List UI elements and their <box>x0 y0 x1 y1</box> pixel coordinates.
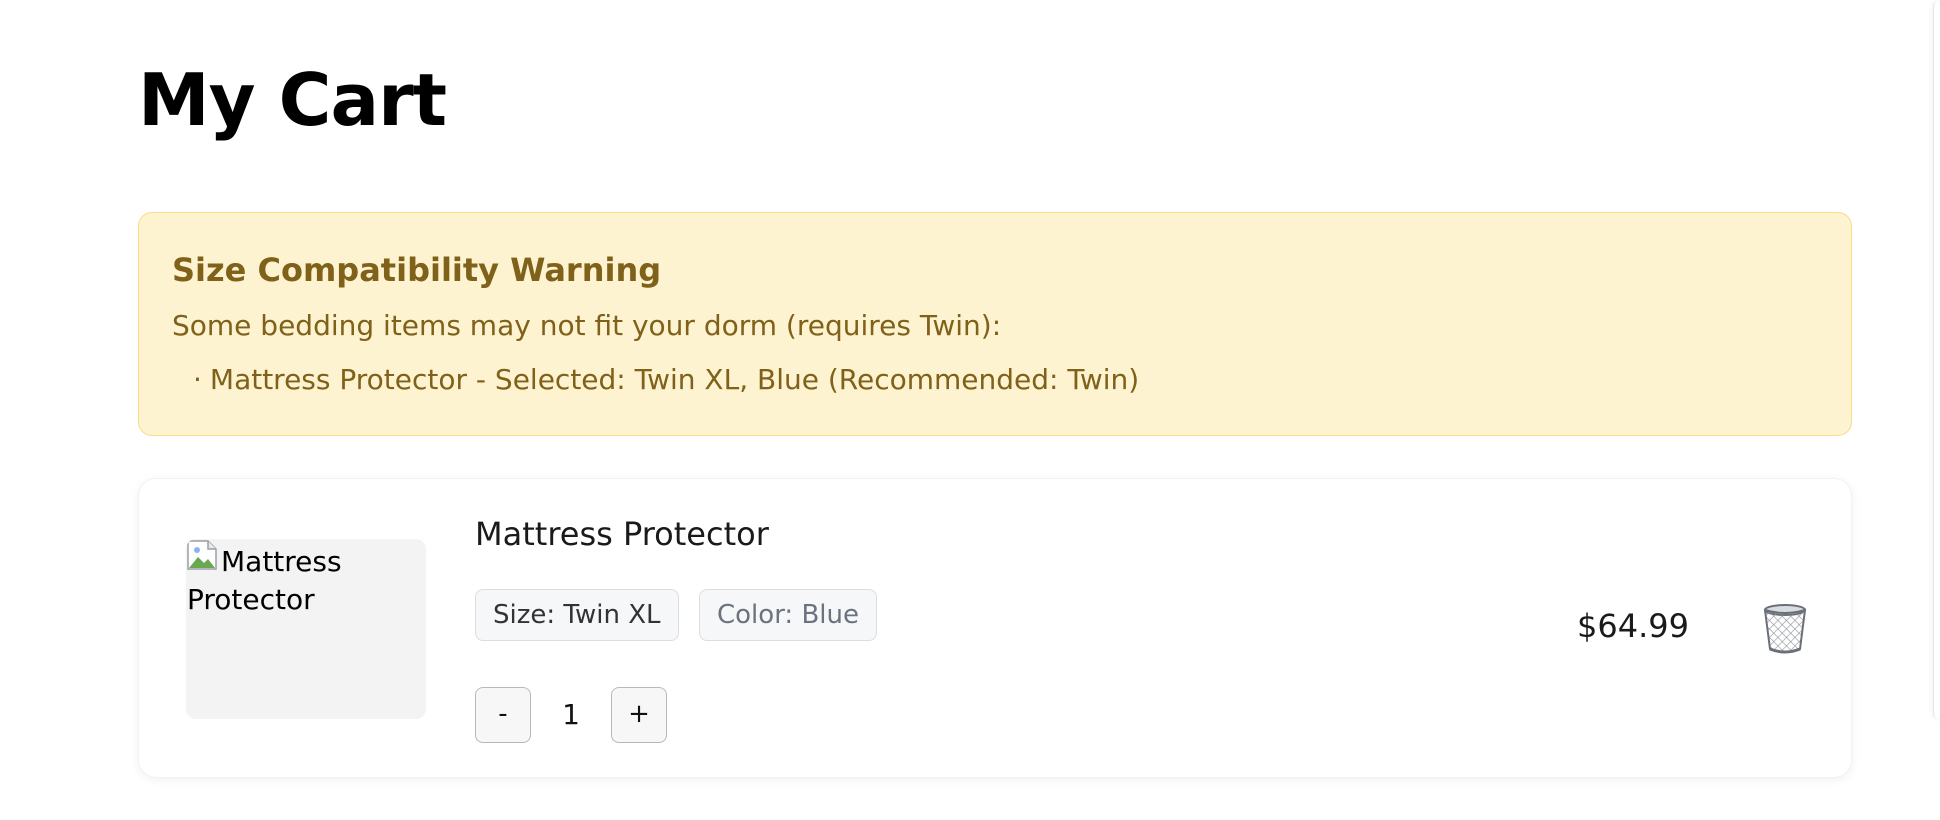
increase-quantity-button[interactable]: + <box>611 687 667 743</box>
cart-item: Mattress Protector Mattress Protector Si… <box>138 478 1852 778</box>
warning-item-text: Mattress Protector - Selected: Twin XL, … <box>209 363 1140 396</box>
color-tag: Color: Blue <box>699 589 877 641</box>
warning-title: Size Compatibility Warning <box>172 251 662 289</box>
product-image-alt-text: Mattress Protector <box>187 545 342 616</box>
warning-list-item: · Mattress Protector - Selected: Twin XL,… <box>193 363 1139 396</box>
cart-page: My Cart Size Compatibility Warning Some … <box>0 0 1940 820</box>
size-tag: Size: Twin XL <box>475 589 679 641</box>
bullet-icon: · <box>193 363 202 396</box>
decrease-quantity-button[interactable]: - <box>475 687 531 743</box>
warning-message: Some bedding items may not fit your dorm… <box>172 309 1002 342</box>
product-image[interactable]: Mattress Protector <box>186 539 426 719</box>
side-panel-edge <box>1933 0 1940 720</box>
page-title: My Cart <box>138 58 447 142</box>
trash-icon <box>1763 604 1807 654</box>
product-name: Mattress Protector <box>475 515 769 553</box>
size-warning-banner: Size Compatibility Warning Some bedding … <box>138 212 1852 436</box>
quantity-value: 1 <box>562 698 580 731</box>
remove-item-button[interactable] <box>1761 603 1809 655</box>
item-price: $64.99 <box>1577 607 1689 645</box>
